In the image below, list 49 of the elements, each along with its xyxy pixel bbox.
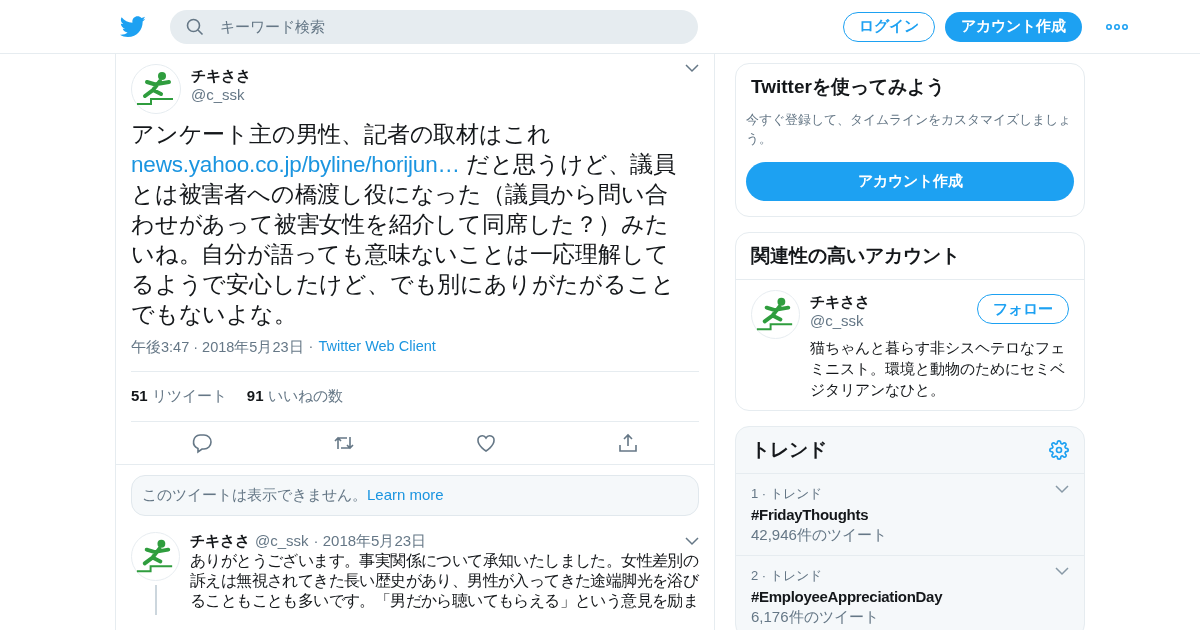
reply-text: ありがとうございます。事実関係について承知いたしました。女性差別の訴えは無視されてきた長い歴史があり、男性が入ってきた途端脚光を浴びることもことも多いです。「男だから聴いてもらえる」という意見を励ま <box>190 551 700 611</box>
author-handle[interactable]: @c_ssk <box>191 86 675 103</box>
bird-logo[interactable] <box>120 15 146 38</box>
signup-button[interactable]: アカウント作成 <box>746 162 1074 201</box>
chevron-down-icon[interactable] <box>685 537 699 546</box>
notice-text: このツイートは表示できません。 <box>142 486 367 503</box>
card-text: 今すぐ登録して、タイムラインをカスタマイズしましょう。 <box>746 111 1072 148</box>
trend-rank: 1 · トレンド <box>751 485 823 503</box>
trend-hashtag[interactable]: #EmployeeAppreciationDay <box>751 588 943 605</box>
chevron-down-icon[interactable] <box>685 64 699 73</box>
avatar[interactable] <box>131 64 181 114</box>
search-icon <box>186 17 204 36</box>
avatar[interactable] <box>131 532 180 581</box>
chevron-down-icon[interactable] <box>1055 567 1069 576</box>
author-name[interactable]: チキささ <box>191 67 675 86</box>
chevron-down-icon[interactable] <box>1055 485 1069 494</box>
settings-icon[interactable] <box>1049 440 1069 460</box>
tweet-stat[interactable]: 91 いいねの数 <box>246 387 343 406</box>
tweet-stat[interactable]: 51 リツイート <box>131 387 227 406</box>
trend-rank: 2 · トレンド <box>751 567 823 585</box>
trend-count: 42,946件のツイート <box>751 526 887 545</box>
thread-line <box>154 585 157 615</box>
reply-author-name[interactable]: チキささ <box>190 532 250 551</box>
trend-hashtag[interactable]: #FridayThoughts <box>751 506 887 523</box>
card-title: トレンド <box>750 438 828 462</box>
tweet-time: 午後3:47 · 2018年5月23日 <box>131 338 304 357</box>
signup-button[interactable]: アカウント作成 <box>945 11 1082 42</box>
reply-icon[interactable] <box>191 432 213 454</box>
client-link[interactable]: Twitter Web Client <box>318 338 436 357</box>
learn-more-link[interactable]: Learn more <box>367 486 444 503</box>
separator-dot: · <box>308 338 314 356</box>
card-title: Twitterを使ってみよう <box>750 75 946 99</box>
card-title: 関連性の高いアカウント <box>750 244 961 268</box>
search-field[interactable]: キーワード検索 <box>170 9 698 44</box>
tweet-link[interactable]: news.yahoo.co.jp/byline/horijun… <box>131 152 460 177</box>
more-icon[interactable] <box>1106 23 1128 30</box>
follow-button[interactable]: フォロー <box>977 294 1069 324</box>
avatar[interactable] <box>751 290 800 339</box>
account-name[interactable]: チキささ <box>810 293 977 312</box>
heart-icon[interactable] <box>475 432 497 454</box>
tweet-text: アンケート主の男性、記者の取材はこれ news.yahoo.co.jp/byline/horijun… だと思うけど、議員とは被害者への橋渡し役になった（議員から問い合わせがあって被害女性を紹介して同席した？）みたいね。自分が語っても意味ないことは一応理解してるようで安心したけど、でも別にありがたがることでもないよな。 <box>131 121 678 329</box>
search-input[interactable]: キーワード検索 <box>218 17 682 36</box>
trend-count: 6,176件のツイート <box>751 608 880 627</box>
share-icon[interactable] <box>617 432 639 454</box>
reply-author-handle[interactable]: @c_ssk <box>255 532 309 549</box>
login-button[interactable]: ログイン <box>843 11 935 42</box>
account-handle[interactable]: @c_ssk <box>810 312 977 329</box>
account-bio: 猫ちゃんと暮らす非シスヘテロなフェミニスト。環境と動物のためにセミベジタリアンなひと。 <box>810 338 1066 400</box>
reply-date[interactable]: · 2018年5月23日 <box>313 532 427 551</box>
